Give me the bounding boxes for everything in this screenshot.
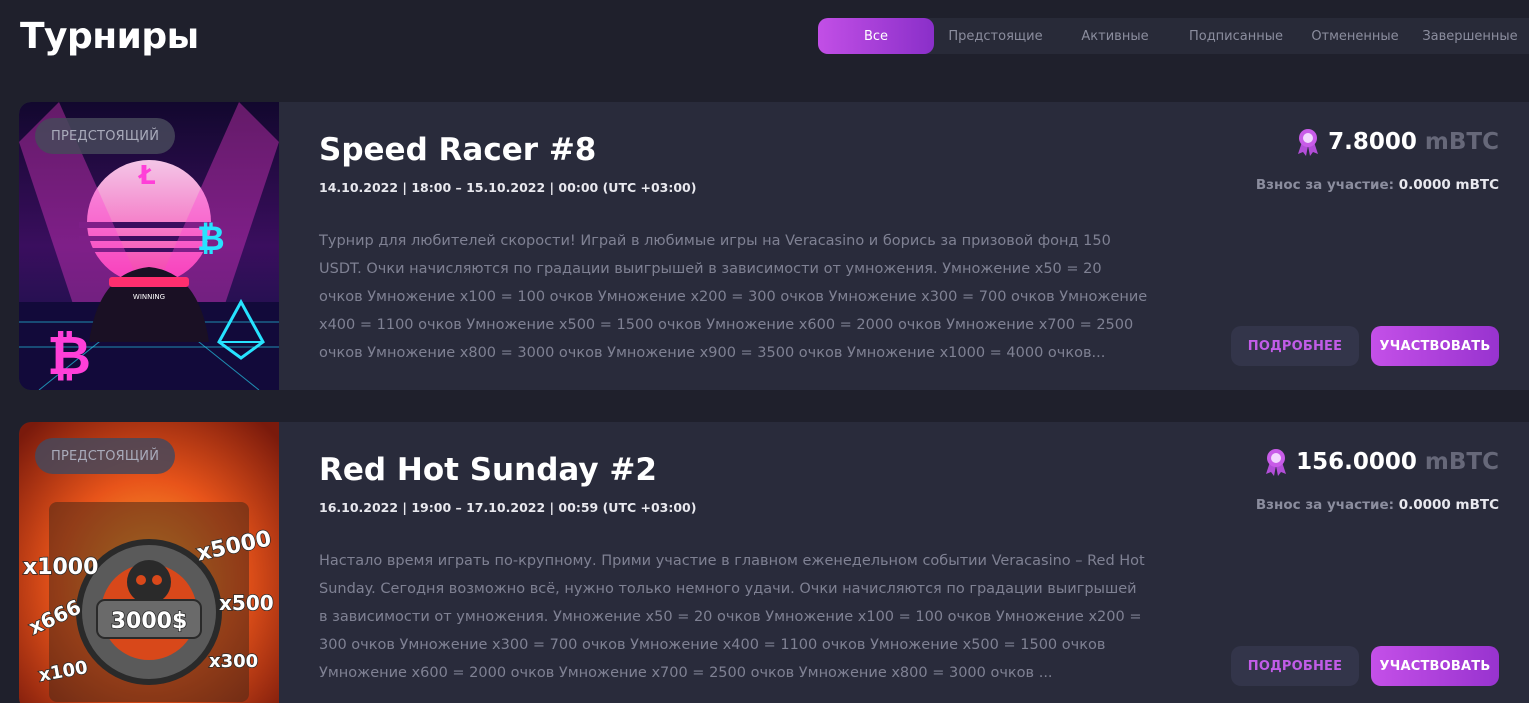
tab-subscribed[interactable]: Подписанные	[1173, 18, 1299, 54]
tournament-card: 3000$ x1000 x5000 x666 x500 x100 x300 ПР…	[19, 422, 1529, 703]
thumb-caption: WINNING	[133, 293, 165, 301]
page-title: Турниры	[20, 16, 199, 57]
award-ribbon-icon	[1266, 449, 1287, 476]
join-button[interactable]: УЧАСТВОВАТЬ	[1371, 326, 1499, 366]
status-badge: ПРЕДСТОЯЩИЙ	[35, 118, 176, 154]
tab-upcoming[interactable]: Предстоящие	[934, 18, 1057, 54]
prize-pool: 156.0000 mBTC	[1264, 448, 1499, 476]
tournament-title[interactable]: Speed Racer #8	[319, 132, 596, 168]
status-badge: ПРЕДСТОЯЩИЙ	[35, 438, 176, 474]
prize-amount: 156.0000	[1296, 449, 1417, 475]
award-ribbon-icon	[1298, 129, 1319, 156]
tournament-thumbnail[interactable]: 3000$ x1000 x5000 x666 x500 x100 x300 ПР…	[19, 422, 279, 703]
entry-fee: Взнос за участие: 0.0000 mBTC	[1256, 177, 1499, 193]
svg-text:₿: ₿	[47, 324, 91, 387]
prize-unit: mBTC	[1424, 129, 1499, 155]
prize-pool: 7.8000 mBTC	[1296, 128, 1499, 156]
tournament-card: WINNING ₿ ₿ Ł ПРЕДСТОЯЩИЙ Speed Racer #8…	[19, 102, 1529, 390]
tournament-dates: 14.10.2022 | 18:00 – 15.10.2022 | 00:00 …	[319, 180, 697, 195]
tournament-dates: 16.10.2022 | 19:00 – 17.10.2022 | 00:59 …	[319, 500, 697, 515]
entry-fee-value: 0.0000 mBTC	[1398, 177, 1499, 193]
tab-finished[interactable]: Завершенные	[1411, 18, 1529, 54]
tournament-description: Настало время играть по-крупному. Прими …	[319, 553, 1145, 681]
entry-fee-value: 0.0000 mBTC	[1398, 497, 1499, 513]
join-button[interactable]: УЧАСТВОВАТЬ	[1371, 646, 1499, 686]
tournament-filter-tabs: Все Предстоящие Активные Подписанные Отм…	[818, 18, 1529, 54]
thumb-label: 3000$	[111, 609, 188, 634]
thumb-label: x1000	[23, 555, 98, 580]
entry-fee-label: Взнос за участие:	[1255, 497, 1395, 513]
entry-fee-label: Взнос за участие:	[1255, 177, 1395, 193]
entry-fee: Взнос за участие: 0.0000 mBTC	[1256, 497, 1499, 513]
details-button[interactable]: ПОДРОБНЕЕ	[1231, 646, 1359, 686]
tournament-title[interactable]: Red Hot Sunday #2	[319, 452, 657, 488]
tab-cancelled[interactable]: Отмененные	[1299, 18, 1411, 54]
svg-text:₿: ₿	[197, 219, 225, 259]
details-button[interactable]: ПОДРОБНЕЕ	[1231, 326, 1359, 366]
tab-all[interactable]: Все	[818, 18, 934, 54]
thumb-label: x300	[209, 651, 258, 672]
tournament-description: Турнир для любителей скорости! Играй в л…	[319, 233, 1148, 361]
prize-amount: 7.8000	[1328, 129, 1417, 155]
svg-text:Ł: Ł	[137, 161, 156, 191]
tournament-thumbnail[interactable]: WINNING ₿ ₿ Ł ПРЕДСТОЯЩИЙ	[19, 102, 279, 390]
tab-active[interactable]: Активные	[1057, 18, 1173, 54]
thumb-label: x500	[219, 591, 274, 615]
prize-unit: mBTC	[1424, 449, 1499, 475]
